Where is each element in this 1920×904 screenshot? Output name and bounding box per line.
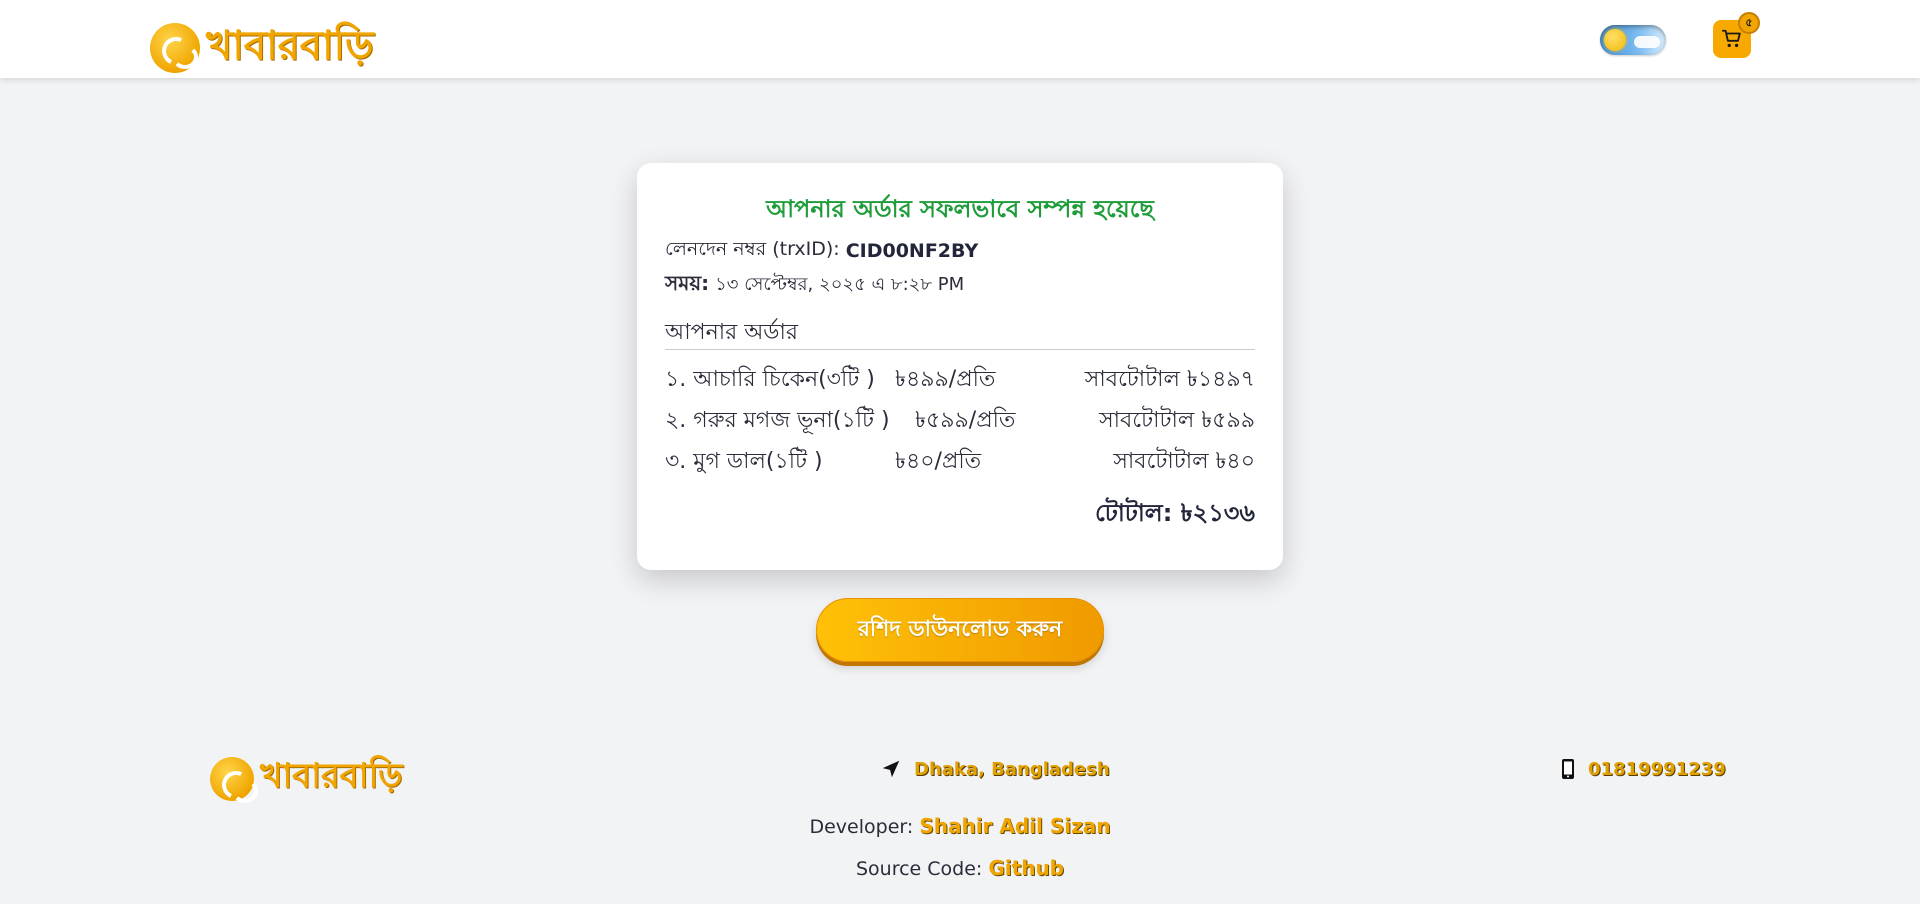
item-unit-price: ৳৪০/প্রতি xyxy=(895,449,982,474)
theme-toggle[interactable] xyxy=(1600,25,1666,55)
item-unit-price: ৳৪৯৯/প্রতি xyxy=(895,367,996,392)
transaction-id-line: লেনদেন নম্বর (trxID): CID00NF2BY xyxy=(665,233,1255,269)
source-code-credit: Source Code: Github xyxy=(0,856,1920,880)
mobile-phone-icon xyxy=(1562,759,1574,779)
sun-icon xyxy=(1604,29,1626,51)
item-unit-price: ৳৫৯৯/প্রতি xyxy=(915,408,1016,433)
cloud-icon xyxy=(1634,36,1660,48)
divider xyxy=(665,349,1255,350)
developer-credit: Developer: Shahir Adil Sizan xyxy=(0,814,1920,838)
footer-brand-name: খাবারবাড়ি xyxy=(260,756,403,796)
cart-count-badge: ৫ xyxy=(1738,12,1760,34)
order-item-row: ৩. মুগ ডাল(১টি ) ৳৪০/প্রতি সাবটোটাল ৳৪০ xyxy=(665,442,1255,483)
order-item-row: ১. আচারি চিকেন(৩টি ) ৳৪৯৯/প্রতি সাবটোটাল… xyxy=(665,360,1255,401)
receipt-card: আপনার অর্ডার সফলভাবে সম্পন্ন হয়েছে লেনদ… xyxy=(637,163,1283,570)
item-name: ১. আচারি চিকেন(৩টি ) xyxy=(665,367,875,392)
item-name: ২. গরুর মগজ ভূনা(১টি ) xyxy=(665,408,890,433)
footer-phone: 01819991239 xyxy=(1560,758,1726,780)
github-link[interactable]: Github xyxy=(988,856,1064,880)
footer-location: Dhaka, Bangladesh xyxy=(880,758,1110,780)
logo-icon xyxy=(210,756,258,803)
location-arrow-icon xyxy=(882,760,900,778)
cart-icon xyxy=(1721,29,1741,48)
developer-link[interactable]: Shahir Adil Sizan xyxy=(919,814,1110,838)
order-item-row: ২. গরুর মগজ ভূনা(১টি ) ৳৫৯৯/প্রতি সাবটোট… xyxy=(665,401,1255,442)
location-text: Dhaka, Bangladesh xyxy=(914,758,1110,780)
order-section-label: আপনার অর্ডার xyxy=(665,320,798,345)
phone-text: 01819991239 xyxy=(1588,758,1726,780)
item-subtotal: সাবটোটাল ৳৪০ xyxy=(1113,449,1255,474)
time-value: ১৩ সেপ্টেম্বর, ২০২৫ এ ৮:২৮ PM xyxy=(715,273,965,295)
order-total: টোটাল: ৳২১৩৬ xyxy=(1095,499,1255,527)
developer-label: Developer: xyxy=(809,816,914,838)
item-subtotal: সাবটোটাল ৳৫৯৯ xyxy=(1099,408,1255,433)
download-receipt-button[interactable]: রশিদ ডাউনলোড করুন xyxy=(816,598,1104,662)
footer-brand-logo[interactable]: খাবারবাড়ি xyxy=(210,750,402,807)
time-label: সময়: xyxy=(665,270,710,295)
brand-logo[interactable]: খাবারবাড়ি xyxy=(150,14,374,81)
item-name: ৩. মুগ ডাল(১টি ) xyxy=(665,449,823,474)
top-navbar: খাবারবাড়ি ৫ xyxy=(0,0,1920,78)
transaction-id-value: CID00NF2BY xyxy=(845,240,979,262)
item-subtotal: সাবটোটাল ৳১৪৯৭ xyxy=(1084,367,1255,392)
logo-icon xyxy=(150,22,200,73)
transaction-id-label: লেনদেন নম্বর (trxID): xyxy=(665,238,840,260)
success-title: আপনার অর্ডার সফলভাবে সম্পন্ন হয়েছে xyxy=(766,195,1154,223)
brand-name: খাবারবাড়ি xyxy=(206,22,374,69)
time-line: সময়: ১৩ সেপ্টেম্বর, ২০২৫ এ ৮:২৮ PM xyxy=(665,269,1255,301)
source-label: Source Code: xyxy=(855,858,983,880)
